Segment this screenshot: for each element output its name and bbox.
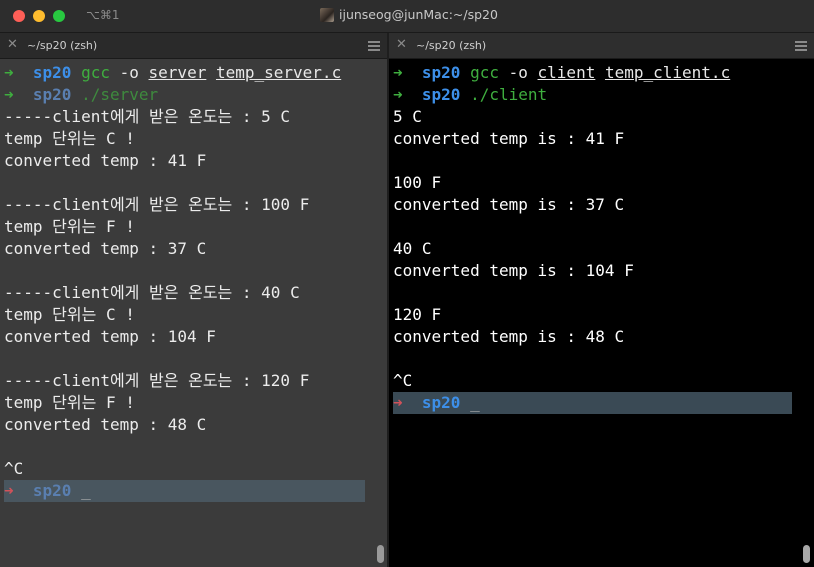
text-cursor: _ (81, 481, 91, 500)
prompt-directory: sp20 (32, 63, 72, 82)
right-pane-tab-title: ~/sp20 (zsh) (416, 39, 487, 52)
output-line: converted temp : 37 C (4, 239, 207, 258)
hamburger-menu-icon[interactable] (795, 41, 807, 53)
prompt-directory: sp20 (32, 481, 72, 500)
command-name: gcc (470, 63, 499, 82)
text-cursor: _ (470, 393, 480, 412)
current-prompt-line[interactable]: ➜ sp20 _ (393, 392, 792, 414)
output-line: 100 F (393, 173, 442, 192)
left-pane-tab[interactable]: ✕ ~/sp20 (zsh) (0, 33, 387, 59)
command-arg: temp_server.c (215, 63, 342, 82)
close-icon[interactable]: ✕ (7, 38, 18, 52)
prompt-line: ➜ sp20 ./server (4, 84, 365, 106)
prompt-directory: sp20 (421, 85, 461, 104)
prompt-arrow-icon: ➜ (4, 481, 14, 500)
output-line: converted temp is : 41 F (393, 129, 625, 148)
close-icon[interactable]: ✕ (396, 38, 407, 52)
right-terminal-output: ➜ sp20 gcc -o client temp_client.c ➜ sp2… (393, 62, 792, 414)
output-line: converted temp : 48 C (4, 415, 207, 434)
output-line: 5 C (393, 107, 422, 126)
output-line: 120 F (393, 305, 442, 324)
maximize-window-button[interactable] (53, 10, 65, 22)
output-line: temp 단위는 F ! (4, 393, 135, 412)
output-line: converted temp : 104 F (4, 327, 216, 346)
prompt-line: ➜ sp20 gcc -o server temp_server.c (4, 62, 365, 84)
command-name: ./server (81, 85, 159, 104)
output-line: temp 단위는 C ! (4, 129, 135, 148)
prompt-arrow-icon: ➜ (393, 63, 403, 82)
command-flag: -o (119, 63, 139, 82)
right-terminal-pane[interactable]: ✕ ~/sp20 (zsh) ➜ sp20 gcc -o client temp… (389, 33, 814, 567)
output-line: temp 단위는 C ! (4, 305, 135, 324)
output-line: ^C (4, 459, 24, 478)
output-line: -----client에게 받은 온도는 : 100 F (4, 195, 310, 214)
prompt-arrow-icon: ➜ (393, 393, 403, 412)
output-line: -----client에게 받은 온도는 : 5 C (4, 107, 291, 126)
output-line: converted temp : 41 F (4, 151, 207, 170)
command-arg: server (148, 63, 207, 82)
prompt-line: ➜ sp20 ./client (393, 84, 792, 106)
output-line: ^C (393, 371, 413, 390)
output-line: converted temp is : 37 C (393, 195, 625, 214)
window-title: ijunseog@junMac:~/sp20 (320, 7, 498, 22)
hamburger-menu-icon[interactable] (368, 41, 380, 53)
left-scrollbar-thumb[interactable] (377, 545, 384, 563)
right-pane-tab[interactable]: ✕ ~/sp20 (zsh) (389, 33, 814, 59)
output-line: temp 단위는 F ! (4, 217, 135, 236)
current-prompt-line[interactable]: ➜ sp20 _ (4, 480, 365, 502)
output-line: converted temp is : 48 C (393, 327, 625, 346)
prompt-arrow-icon: ➜ (4, 63, 14, 82)
prompt-arrow-icon: ➜ (393, 85, 403, 104)
right-scrollbar-thumb[interactable] (803, 545, 810, 563)
user-avatar-icon (320, 7, 334, 22)
command-flag: -o (508, 63, 528, 82)
minimize-window-button[interactable] (33, 10, 45, 22)
output-line: converted temp is : 104 F (393, 261, 634, 280)
prompt-line: ➜ sp20 gcc -o client temp_client.c (393, 62, 792, 84)
output-line: 40 C (393, 239, 432, 258)
left-terminal-pane[interactable]: ✕ ~/sp20 (zsh) ➜ sp20 gcc -o server temp… (0, 33, 387, 567)
window-title-text: ijunseog@junMac:~/sp20 (339, 7, 498, 22)
left-terminal-output: ➜ sp20 gcc -o server temp_server.c ➜ sp2… (4, 62, 365, 502)
prompt-directory: sp20 (32, 85, 72, 104)
command-name: gcc (81, 63, 110, 82)
output-line: -----client에게 받은 온도는 : 40 C (4, 283, 300, 302)
prompt-directory: sp20 (421, 393, 461, 412)
close-window-button[interactable] (13, 10, 25, 22)
command-arg: client (537, 63, 596, 82)
command-arg: temp_client.c (604, 63, 731, 82)
left-pane-tab-title: ~/sp20 (zsh) (27, 39, 98, 52)
output-line: -----client에게 받은 온도는 : 120 F (4, 371, 310, 390)
prompt-arrow-icon: ➜ (4, 85, 14, 104)
window-titlebar: ⌥⌘1 ijunseog@junMac:~/sp20 (0, 0, 814, 33)
window-shortcut-label: ⌥⌘1 (86, 8, 120, 22)
prompt-directory: sp20 (421, 63, 461, 82)
command-name: ./client (470, 85, 548, 104)
